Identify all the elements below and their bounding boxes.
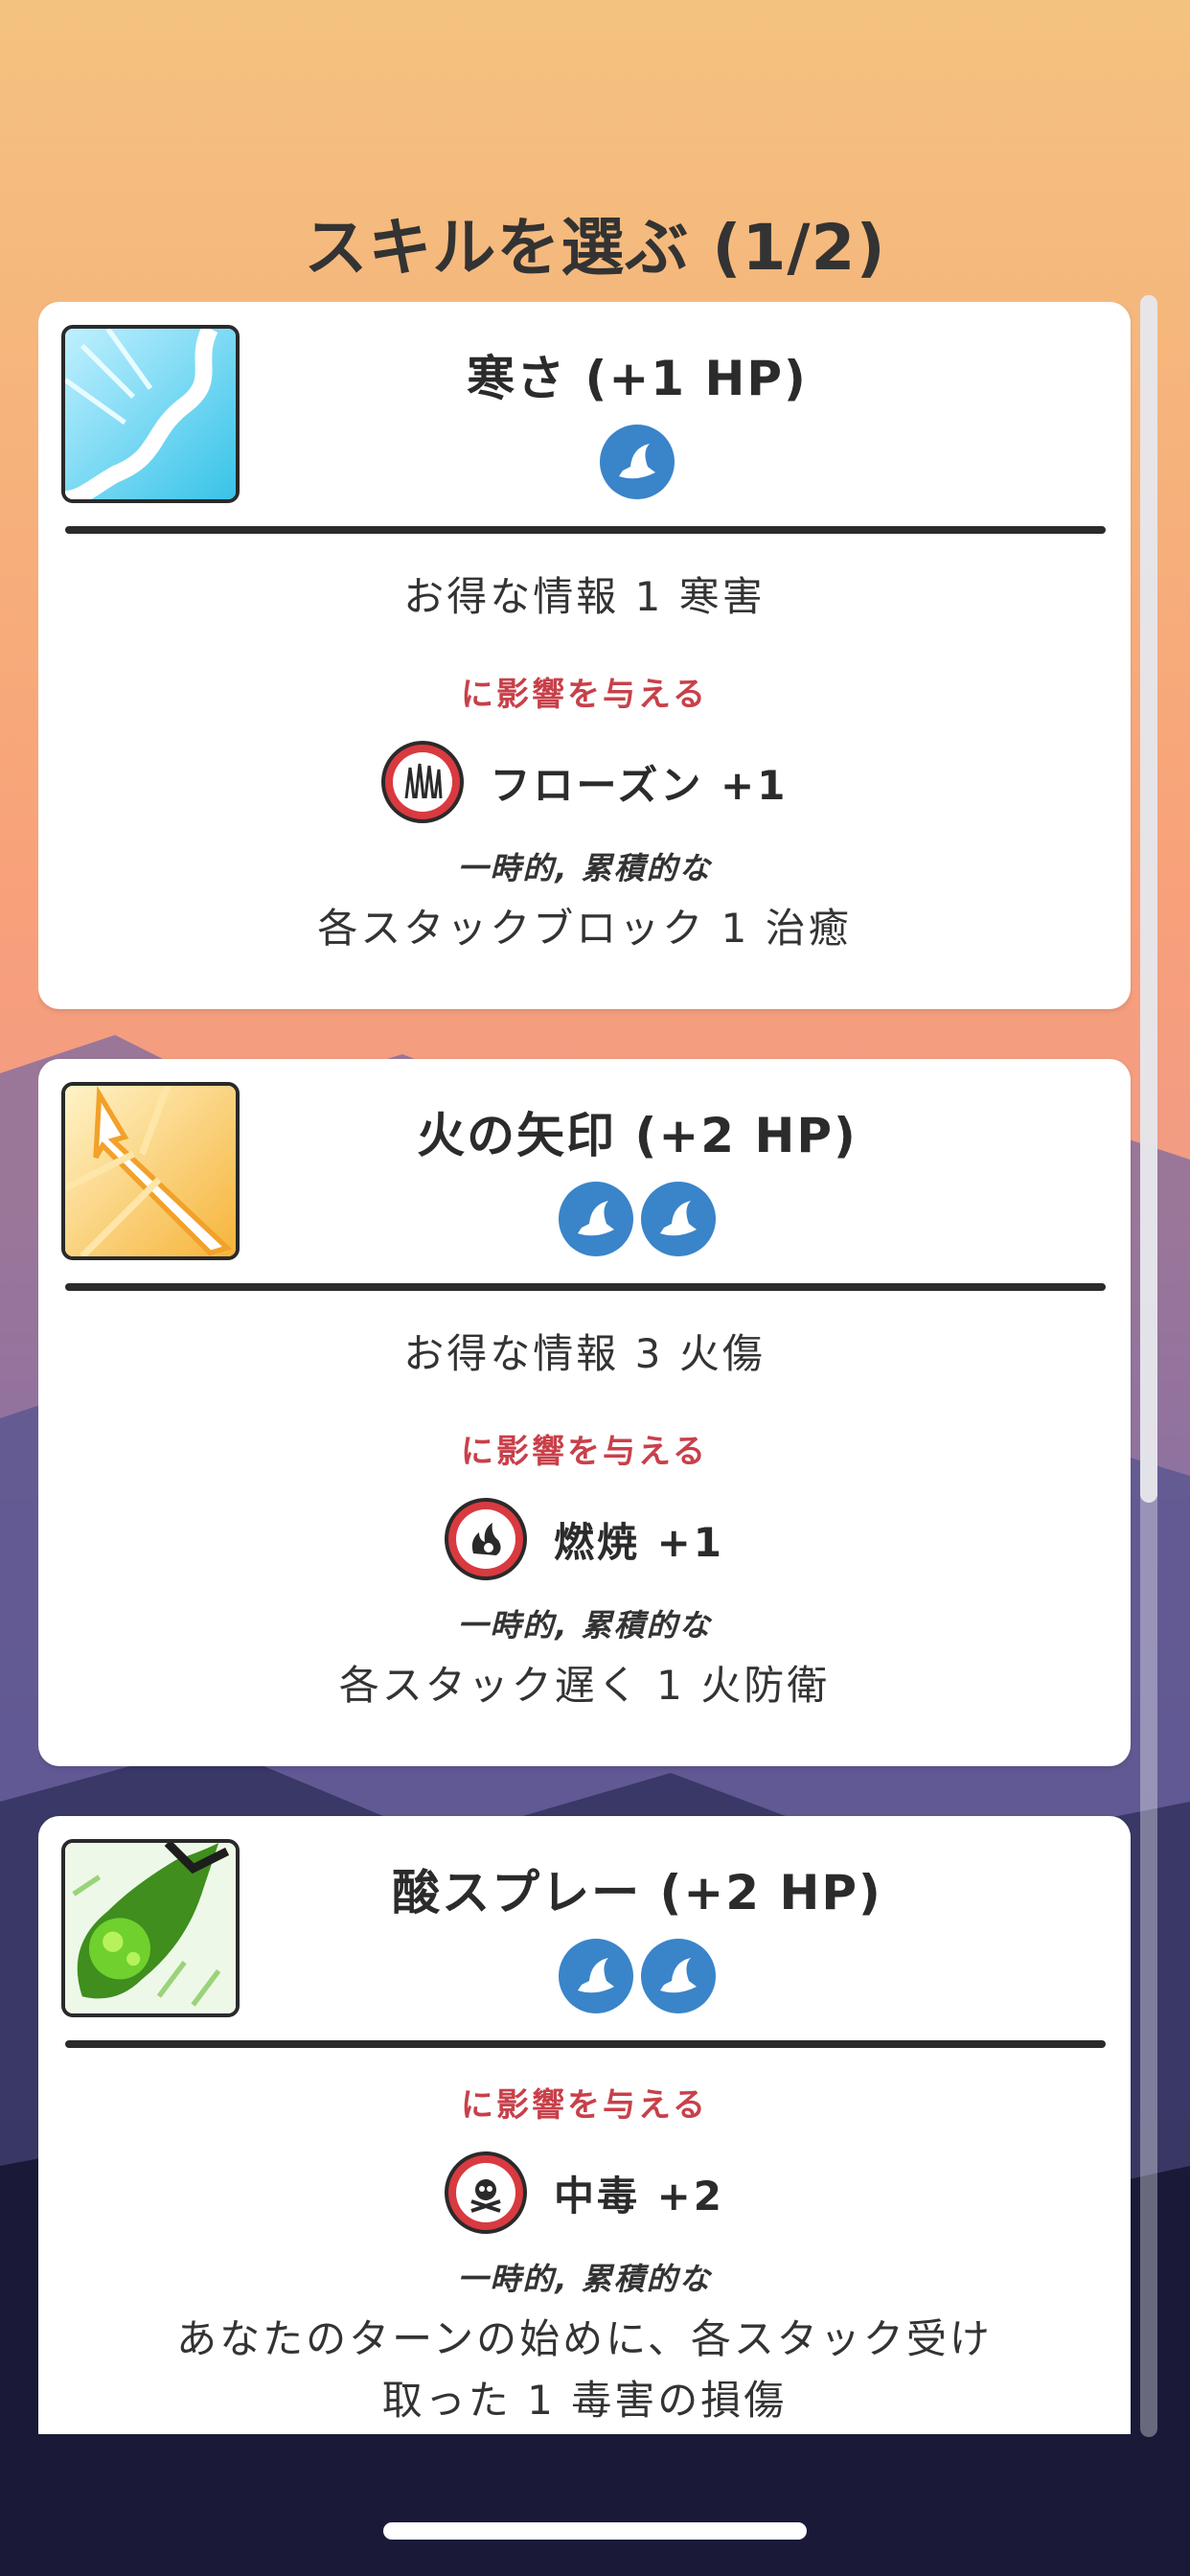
cost-row [259,425,1016,499]
frost-skill-image [61,325,240,503]
divider [65,526,1106,534]
skill-name: 火の矢印 (+2 HP) [417,1108,858,1163]
skill-card-frost[interactable]: 寒さ (+1 HP) お得な情報 1 寒害 に影響を与える フローズン +1 一… [38,302,1131,1009]
status-text: フローズン +1 [490,761,789,809]
cost-row [259,1182,1016,1256]
status-row: 中毒 +2 [38,2151,1131,2234]
skill-card-fire-arrow[interactable]: 火の矢印 (+2 HP) お得な情報 3 火傷 に影響を与える 燃焼 +1 一時… [38,1059,1131,1766]
wizard-hat-icon [559,1939,633,2013]
scrollbar-thumb[interactable] [1140,295,1157,1503]
description-line: 取った 1 毒害の損傷 [381,2377,788,2424]
temp-label: 一時的, 累積的な [457,850,712,886]
description-line: 各スタックブロック 1 治癒 [317,905,852,952]
skill-name: 酸スプレー (+2 HP) [392,1865,882,1920]
status-text: 中毒 +2 [553,2172,725,2220]
wizard-hat-icon [641,1182,716,1256]
skill-card-acid-spray[interactable]: 酸スプレー (+2 HP) に影響を与える 中毒 +2 一時的, 累積的な あな… [38,1816,1131,2434]
wizard-hat-icon [641,1939,716,2013]
skill-name: 寒さ (+1 HP) [467,351,808,406]
affect-label: に影響を与える [461,676,708,714]
status-row: フローズン +1 [38,741,1131,823]
poison-status-icon [444,2151,527,2234]
scrollbar[interactable] [1140,295,1157,2437]
wizard-hat-icon [559,1182,633,1256]
affect-label: に影響を与える [461,1433,708,1471]
divider [65,2040,1106,2048]
temp-label: 一時的, 累積的な [457,2261,712,2297]
temp-label: 一時的, 累積的な [457,1607,712,1644]
fire-arrow-skill-image [61,1082,240,1260]
info-line: お得な情報 1 寒害 [403,573,766,620]
status-row: 燃焼 +1 [38,1498,1131,1580]
affect-label: に影響を与える [461,2086,708,2125]
acid-spray-skill-image [61,1839,240,2017]
page-title: スキルを選ぶ (1/2) [304,211,886,285]
info-line: お得な情報 3 火傷 [403,1330,766,1377]
home-indicator[interactable] [383,2522,807,2540]
burn-status-icon [444,1498,527,1580]
skill-list[interactable]: 寒さ (+1 HP) お得な情報 1 寒害 に影響を与える フローズン +1 一… [38,302,1133,2434]
frozen-status-icon [380,741,464,823]
description-line: あなたのターンの始めに、各スタック受け [176,2315,993,2362]
status-text: 燃焼 +1 [553,1518,725,1566]
description-line: 各スタック遅く 1 火防衛 [338,1662,831,1709]
cost-row [259,1939,1016,2013]
wizard-hat-icon [600,425,675,499]
divider [65,1283,1106,1291]
